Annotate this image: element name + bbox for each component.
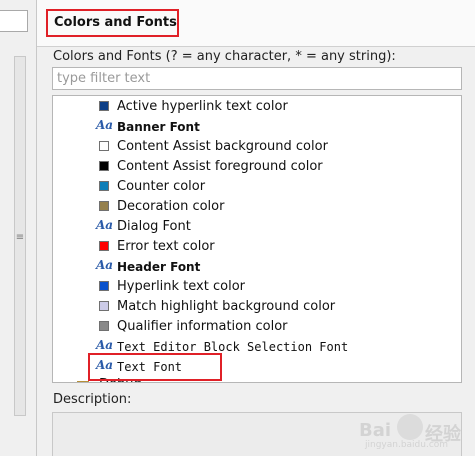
scrollbar-grip-icon[interactable]: ≡	[15, 233, 25, 243]
color-swatch-icon	[99, 241, 109, 251]
list-item[interactable]: Content Assist background color	[53, 137, 461, 157]
list-item-label: Text Editor Block Selection Font	[117, 340, 349, 354]
color-swatch-icon	[99, 101, 109, 111]
list-item-label: Banner Font	[117, 120, 200, 134]
list-item[interactable]: Qualifier information color	[53, 317, 461, 337]
list-item-label: Content Assist background color	[117, 139, 328, 154]
font-icon: Aa	[96, 218, 114, 232]
colors-fonts-list[interactable]: Active hyperlink text color Aa Banner Font…	[52, 95, 462, 383]
list-item[interactable]: Aa Text Editor Block Selection Font	[53, 337, 461, 357]
filter-instructions: Colors and Fonts (? = any character, * =…	[53, 49, 396, 64]
list-item[interactable]: Aa Text Font	[53, 357, 461, 377]
list-item-label: Match highlight background color	[117, 299, 336, 314]
list-item-label: Dialog Font	[117, 219, 191, 234]
list-item-label: Qualifier information color	[117, 319, 288, 334]
list-item[interactable]: Active hyperlink text color	[53, 97, 461, 117]
list-item[interactable]: Aa Banner Font	[53, 117, 461, 137]
page-title: Colors and Fonts	[46, 9, 179, 37]
baidu-watermark: Bai 经验 jingyan.baidu.com	[359, 412, 469, 452]
color-swatch-icon	[99, 141, 109, 151]
font-icon: Aa	[96, 358, 114, 372]
list-item-label: Debug	[99, 375, 142, 382]
font-icon: Aa	[96, 338, 114, 352]
color-swatch-icon	[99, 201, 109, 211]
list-item-label: Text Font	[117, 360, 183, 374]
list-item[interactable]: Aa Dialog Font	[53, 217, 461, 237]
color-swatch-icon	[99, 321, 109, 331]
watermark-url: jingyan.baidu.com	[365, 440, 449, 450]
color-swatch-icon	[99, 281, 109, 291]
list-item[interactable]: Error text color	[53, 237, 461, 257]
list-item[interactable]: Aa Header Font	[53, 257, 461, 277]
list-item-label: Counter color	[117, 179, 206, 194]
color-swatch-icon	[99, 181, 109, 191]
color-swatch-icon	[99, 161, 109, 171]
list-item[interactable]: Match highlight background color	[53, 297, 461, 317]
list-item-label: Hyperlink text color	[117, 279, 245, 294]
list-item-label: Error text color	[117, 239, 215, 254]
left-panel: ≡	[0, 0, 36, 456]
list-item[interactable]: Content Assist foreground color	[53, 157, 461, 177]
page-header: Colors and Fonts	[37, 0, 475, 47]
folder-icon	[77, 381, 89, 382]
list-item[interactable]: Decoration color	[53, 197, 461, 217]
list-item-label: Content Assist foreground color	[117, 159, 323, 174]
filter-input[interactable]: type filter text	[52, 67, 462, 90]
left-panel-field[interactable]	[0, 10, 28, 32]
watermark-text-1: Bai	[359, 420, 392, 441]
left-panel-scrollbar[interactable]: ≡	[14, 56, 26, 416]
font-icon: Aa	[96, 258, 114, 272]
font-icon: Aa	[96, 118, 114, 132]
list-item-label: Header Font	[117, 260, 201, 274]
list-item[interactable]: Hyperlink text color	[53, 277, 461, 297]
colors-and-fonts-page: Colors and Fonts Colors and Fonts (? = a…	[37, 0, 475, 456]
description-label: Description:	[53, 392, 132, 407]
list-item-partial[interactable]: Debug	[53, 377, 461, 382]
paw-icon	[397, 414, 423, 440]
list-item[interactable]: Counter color	[53, 177, 461, 197]
list-item-label: Active hyperlink text color	[117, 99, 288, 114]
color-swatch-icon	[99, 301, 109, 311]
list-item-label: Decoration color	[117, 199, 225, 214]
